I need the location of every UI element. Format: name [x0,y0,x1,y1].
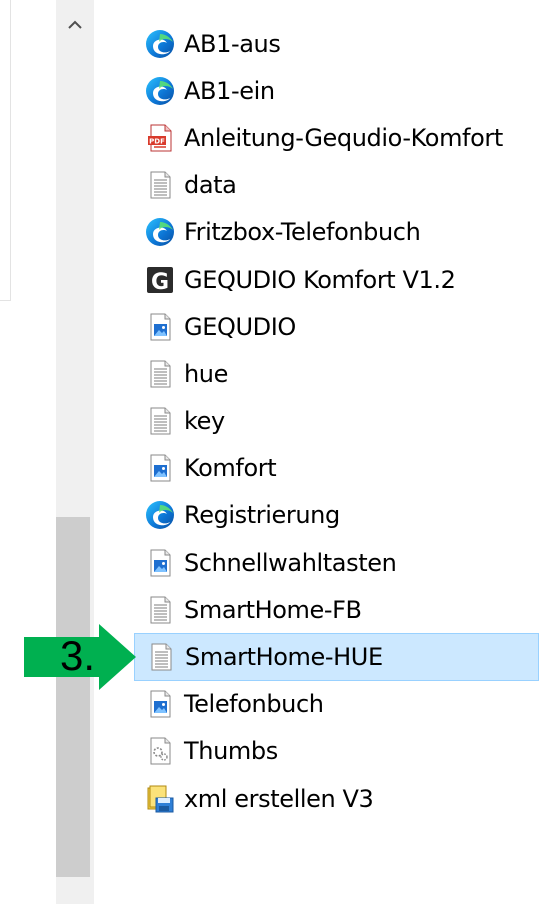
scroll-thumb[interactable] [56,517,90,877]
file-name: SmartHome-FB [184,595,362,624]
file-name: hue [184,359,228,388]
text-file-icon [144,169,176,201]
file-item[interactable]: Thumbs [134,728,539,775]
svg-text:PDF: PDF [149,137,165,145]
edge-icon [144,499,176,531]
file-name: Schnellwahltasten [184,548,397,577]
vertical-scrollbar[interactable] [56,0,94,904]
step-number: 3. [60,632,96,679]
edge-icon [144,75,176,107]
text-file-icon [145,641,177,673]
file-item[interactable]: xml erstellen V3 [134,775,539,822]
text-file-icon [144,358,176,390]
file-item[interactable]: Schnellwahltasten [134,539,539,586]
chevron-up-icon [68,20,82,29]
image-file-icon [144,547,176,579]
edge-icon [144,216,176,248]
file-item[interactable]: SmartHome-HUE [134,633,539,681]
file-name: Telefonbuch [184,690,324,719]
file-item[interactable]: Komfort [134,445,539,492]
file-item[interactable]: Telefonbuch [134,681,539,728]
edge-icon [144,28,176,60]
file-item[interactable]: AB1-ein [134,67,539,114]
file-item[interactable]: key [134,398,539,445]
text-file-icon [144,405,176,437]
image-file-icon [144,452,176,484]
file-name: Thumbs [184,737,278,766]
file-item[interactable]: GEQUDIO [134,303,539,350]
pdf-icon: PDF [144,122,176,154]
file-name: SmartHome-HUE [185,643,383,672]
file-item[interactable]: AB1-aus [134,20,539,67]
gequdio-app-icon: G [144,264,176,296]
file-item[interactable]: Registrierung [134,492,539,539]
file-name: Anleitung-Gequdio-Komfort [184,123,503,152]
file-name: xml erstellen V3 [184,784,374,813]
text-file-icon [144,594,176,626]
file-name: Fritzbox-Telefonbuch [184,218,421,247]
image-file-icon [144,688,176,720]
file-list: AB1-aus AB1-ein PDF Anleitung-Gequdio-Komfo… [134,20,539,822]
step-annotation: 3. [24,624,144,690]
file-item[interactable]: SmartHome-FB [134,586,539,633]
file-item[interactable]: PDF Anleitung-Gequdio-Komfort [134,114,539,161]
file-item[interactable]: G GEQUDIO Komfort V1.2 [134,256,539,303]
file-name: AB1-ein [184,76,275,105]
file-name: GEQUDIO Komfort V1.2 [184,265,456,294]
script-file-icon [144,783,176,815]
file-item[interactable]: data [134,162,539,209]
file-name: Komfort [184,454,277,483]
system-file-icon [144,735,176,767]
file-name: data [184,171,237,200]
svg-text:G: G [151,270,169,295]
file-name: AB1-aus [184,29,281,58]
navigation-pane [0,0,11,301]
file-name: GEQUDIO [184,312,296,341]
file-name: key [184,407,225,436]
file-item[interactable]: hue [134,350,539,397]
scroll-up-button[interactable] [56,8,94,42]
image-file-icon [144,311,176,343]
file-item[interactable]: Fritzbox-Telefonbuch [134,209,539,256]
file-name: Registrierung [184,501,340,530]
